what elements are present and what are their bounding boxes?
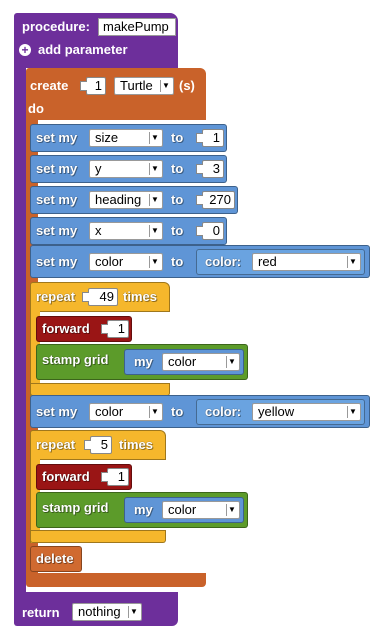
chevron-down-icon: ▼	[160, 80, 171, 92]
dropdown-value: heading	[95, 192, 142, 207]
color-label: color:	[205, 254, 242, 269]
procedure-left-arm	[14, 60, 26, 600]
my-property-dropdown[interactable]: color ▼	[162, 353, 240, 371]
color-label: color:	[205, 404, 242, 419]
dropdown-value: color	[168, 354, 197, 369]
set-property-dropdown[interactable]: heading ▼	[89, 191, 163, 209]
my-property-dropdown[interactable]: color ▼	[162, 501, 240, 519]
set-my-label: set my	[36, 223, 78, 238]
to-label: to	[171, 130, 184, 145]
dropdown-value: yellow	[258, 404, 295, 419]
procedure-label: procedure:	[22, 19, 90, 34]
size-value-field[interactable]: 1	[196, 129, 224, 147]
create-suffix: (s)	[179, 78, 195, 93]
forward-value-field[interactable]: 1	[101, 320, 129, 338]
times-label: times	[123, 289, 157, 304]
set-my-label: set my	[36, 404, 78, 419]
to-label: to	[171, 254, 184, 269]
dropdown-value: size	[95, 130, 119, 145]
set-property-dropdown[interactable]: x ▼	[89, 222, 163, 240]
repeat-count-field[interactable]: 49	[82, 288, 118, 306]
breed-dropdown-value: Turtle	[120, 78, 153, 93]
add-parameter-icon[interactable]: +	[19, 44, 31, 56]
color-dropdown[interactable]: red ▼	[252, 253, 361, 271]
repeat-label: repeat	[36, 289, 76, 304]
my-label: my	[134, 502, 153, 517]
to-label: to	[171, 223, 184, 238]
dropdown-value: color	[168, 502, 197, 517]
delete-label: delete	[36, 551, 74, 566]
forward-label: forward	[42, 469, 90, 484]
procedure-name-field[interactable]: makePump	[98, 18, 176, 36]
dropdown-value: red	[258, 254, 277, 269]
return-label: return	[22, 605, 60, 620]
add-parameter-label[interactable]: add parameter	[38, 42, 128, 58]
set-property-dropdown[interactable]: color ▼	[89, 253, 163, 271]
set-my-label: set my	[36, 254, 78, 269]
set-property-dropdown[interactable]: y ▼	[89, 160, 163, 178]
chevron-down-icon: ▼	[128, 606, 139, 618]
to-label: to	[171, 192, 184, 207]
set-my-label: set my	[36, 130, 78, 145]
set-property-dropdown[interactable]: size ▼	[89, 129, 163, 147]
dropdown-value: x	[95, 223, 102, 238]
return-dropdown[interactable]: nothing ▼	[72, 603, 142, 621]
to-label: to	[171, 161, 184, 176]
chevron-down-icon: ▼	[149, 163, 160, 175]
chevron-down-icon: ▼	[149, 406, 160, 418]
x-value-field[interactable]: 0	[196, 222, 224, 240]
dropdown-value: color	[95, 254, 124, 269]
repeat-count-field[interactable]: 5	[84, 436, 112, 454]
forward-label: forward	[42, 321, 90, 336]
chevron-down-icon: ▼	[149, 132, 160, 144]
color-dropdown[interactable]: yellow ▼	[252, 403, 361, 421]
create-label: create	[30, 78, 69, 93]
chevron-down-icon: ▼	[149, 256, 160, 268]
chevron-down-icon: ▼	[226, 504, 237, 516]
breed-dropdown[interactable]: Turtle ▼	[114, 77, 174, 95]
chevron-down-icon: ▼	[149, 225, 160, 237]
chevron-down-icon: ▼	[347, 406, 358, 418]
heading-value-field[interactable]: 270	[196, 191, 235, 209]
stamp-grid-label: stamp grid	[42, 500, 109, 515]
my-label: my	[134, 354, 153, 369]
dropdown-value: color	[95, 404, 124, 419]
repeat-label: repeat	[36, 437, 76, 452]
to-label: to	[171, 404, 184, 419]
y-value-field[interactable]: 3	[196, 160, 224, 178]
forward-value-field[interactable]: 1	[101, 468, 129, 486]
set-my-label: set my	[36, 192, 78, 207]
dropdown-value: nothing	[78, 604, 121, 619]
dropdown-value: y	[95, 161, 102, 176]
chevron-down-icon: ▼	[347, 256, 358, 268]
set-property-dropdown[interactable]: color ▼	[89, 403, 163, 421]
create-count-field[interactable]: 1	[80, 77, 106, 95]
create-do-label: do	[28, 101, 44, 116]
stamp-grid-label: stamp grid	[42, 352, 109, 367]
repeat-5-footer	[30, 530, 166, 543]
set-my-label: set my	[36, 161, 78, 176]
create-footer	[26, 573, 206, 587]
chevron-down-icon: ▼	[149, 194, 160, 206]
times-label: times	[119, 437, 153, 452]
chevron-down-icon: ▼	[226, 356, 237, 368]
